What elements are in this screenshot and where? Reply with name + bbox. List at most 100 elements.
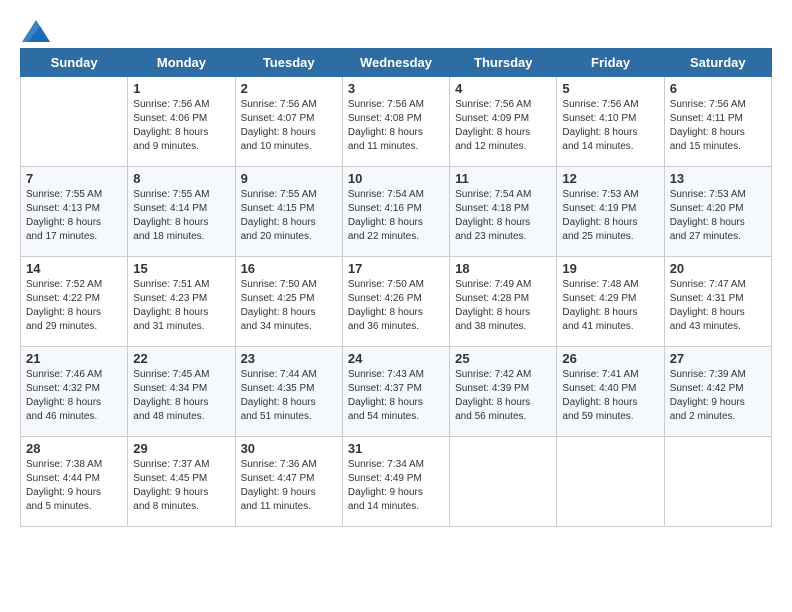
cell-content: Sunrise: 7:37 AM Sunset: 4:45 PM Dayligh… bbox=[133, 458, 229, 514]
day-header-wednesday: Wednesday bbox=[342, 49, 449, 77]
cell-content: Sunrise: 7:55 AM Sunset: 4:14 PM Dayligh… bbox=[133, 188, 229, 244]
calendar-cell: 21 Sunrise: 7:46 AM Sunset: 4:32 PM Dayli… bbox=[21, 347, 128, 437]
day-number: 23 bbox=[241, 351, 337, 366]
day-number: 21 bbox=[26, 351, 122, 366]
calendar-cell bbox=[450, 437, 557, 527]
calendar-cell: 5Sunrise: 7:56 AM Sunset: 4:10 PM Daylig… bbox=[557, 77, 664, 167]
day-number: 7 bbox=[26, 171, 122, 186]
day-header-saturday: Saturday bbox=[664, 49, 771, 77]
calendar-cell bbox=[21, 77, 128, 167]
cell-content: Sunrise: 7:34 AM Sunset: 4:49 PM Dayligh… bbox=[348, 458, 444, 514]
cell-content: Sunrise: 7:56 AM Sunset: 4:09 PM Dayligh… bbox=[455, 98, 551, 154]
day-number: 8 bbox=[133, 171, 229, 186]
cell-content: Sunrise: 7:47 AM Sunset: 4:31 PM Dayligh… bbox=[670, 278, 766, 334]
cell-content: Sunrise: 7:41 AM Sunset: 4:40 PM Dayligh… bbox=[562, 368, 658, 424]
day-number: 31 bbox=[348, 441, 444, 456]
cell-content: Sunrise: 7:56 AM Sunset: 4:06 PM Dayligh… bbox=[133, 98, 229, 154]
day-number: 19 bbox=[562, 261, 658, 276]
day-number: 17 bbox=[348, 261, 444, 276]
cell-content: Sunrise: 7:50 AM Sunset: 4:26 PM Dayligh… bbox=[348, 278, 444, 334]
day-number: 27 bbox=[670, 351, 766, 366]
cell-content: Sunrise: 7:56 AM Sunset: 4:08 PM Dayligh… bbox=[348, 98, 444, 154]
day-number: 28 bbox=[26, 441, 122, 456]
cell-content: Sunrise: 7:55 AM Sunset: 4:13 PM Dayligh… bbox=[26, 188, 122, 244]
day-number: 10 bbox=[348, 171, 444, 186]
day-header-friday: Friday bbox=[557, 49, 664, 77]
day-header-thursday: Thursday bbox=[450, 49, 557, 77]
day-number: 29 bbox=[133, 441, 229, 456]
calendar-cell: 2 Sunrise: 7:56 AM Sunset: 4:07 PM Daylig… bbox=[235, 77, 342, 167]
calendar-cell: 19Sunrise: 7:48 AM Sunset: 4:29 PM Dayli… bbox=[557, 257, 664, 347]
day-number: 1 bbox=[133, 81, 229, 96]
day-number: 16 bbox=[241, 261, 337, 276]
calendar-cell: 6 Sunrise: 7:56 AM Sunset: 4:11 PM Daylig… bbox=[664, 77, 771, 167]
calendar-cell: 27Sunrise: 7:39 AM Sunset: 4:42 PM Dayli… bbox=[664, 347, 771, 437]
cell-content: Sunrise: 7:52 AM Sunset: 4:22 PM Dayligh… bbox=[26, 278, 122, 334]
calendar-cell: 8 Sunrise: 7:55 AM Sunset: 4:14 PM Daylig… bbox=[128, 167, 235, 257]
cell-content: Sunrise: 7:51 AM Sunset: 4:23 PM Dayligh… bbox=[133, 278, 229, 334]
day-number: 14 bbox=[26, 261, 122, 276]
day-number: 9 bbox=[241, 171, 337, 186]
calendar-cell: 20 Sunrise: 7:47 AM Sunset: 4:31 PM Dayli… bbox=[664, 257, 771, 347]
day-number: 24 bbox=[348, 351, 444, 366]
week-row-5: 28 Sunrise: 7:38 AM Sunset: 4:44 PM Dayli… bbox=[21, 437, 772, 527]
calendar-table: SundayMondayTuesdayWednesdayThursdayFrid… bbox=[20, 48, 772, 527]
calendar-cell: 16 Sunrise: 7:50 AM Sunset: 4:25 PM Dayli… bbox=[235, 257, 342, 347]
week-row-3: 14 Sunrise: 7:52 AM Sunset: 4:22 PM Dayli… bbox=[21, 257, 772, 347]
calendar-cell: 30 Sunrise: 7:36 AM Sunset: 4:47 PM Dayli… bbox=[235, 437, 342, 527]
logo-icon bbox=[22, 20, 50, 42]
calendar-cell: 12 Sunrise: 7:53 AM Sunset: 4:19 PM Dayli… bbox=[557, 167, 664, 257]
logo bbox=[20, 20, 50, 38]
cell-content: Sunrise: 7:54 AM Sunset: 4:18 PM Dayligh… bbox=[455, 188, 551, 244]
day-number: 3 bbox=[348, 81, 444, 96]
cell-content: Sunrise: 7:53 AM Sunset: 4:19 PM Dayligh… bbox=[562, 188, 658, 244]
day-number: 4 bbox=[455, 81, 551, 96]
calendar-cell: 15 Sunrise: 7:51 AM Sunset: 4:23 PM Dayli… bbox=[128, 257, 235, 347]
day-number: 13 bbox=[670, 171, 766, 186]
calendar-cell: 25Sunrise: 7:42 AM Sunset: 4:39 PM Dayli… bbox=[450, 347, 557, 437]
header-row: SundayMondayTuesdayWednesdayThursdayFrid… bbox=[21, 49, 772, 77]
cell-content: Sunrise: 7:43 AM Sunset: 4:37 PM Dayligh… bbox=[348, 368, 444, 424]
day-number: 15 bbox=[133, 261, 229, 276]
calendar-cell: 18Sunrise: 7:49 AM Sunset: 4:28 PM Dayli… bbox=[450, 257, 557, 347]
cell-content: Sunrise: 7:56 AM Sunset: 4:07 PM Dayligh… bbox=[241, 98, 337, 154]
day-number: 2 bbox=[241, 81, 337, 96]
calendar-cell: 29 Sunrise: 7:37 AM Sunset: 4:45 PM Dayli… bbox=[128, 437, 235, 527]
page-header bbox=[20, 20, 772, 38]
week-row-1: 1 Sunrise: 7:56 AM Sunset: 4:06 PM Daylig… bbox=[21, 77, 772, 167]
calendar-cell bbox=[664, 437, 771, 527]
cell-content: Sunrise: 7:42 AM Sunset: 4:39 PM Dayligh… bbox=[455, 368, 551, 424]
day-header-monday: Monday bbox=[128, 49, 235, 77]
calendar-cell: 10 Sunrise: 7:54 AM Sunset: 4:16 PM Dayli… bbox=[342, 167, 449, 257]
calendar-cell: 17 Sunrise: 7:50 AM Sunset: 4:26 PM Dayli… bbox=[342, 257, 449, 347]
day-header-sunday: Sunday bbox=[21, 49, 128, 77]
cell-content: Sunrise: 7:36 AM Sunset: 4:47 PM Dayligh… bbox=[241, 458, 337, 514]
calendar-cell: 22Sunrise: 7:45 AM Sunset: 4:34 PM Dayli… bbox=[128, 347, 235, 437]
cell-content: Sunrise: 7:56 AM Sunset: 4:11 PM Dayligh… bbox=[670, 98, 766, 154]
day-number: 30 bbox=[241, 441, 337, 456]
cell-content: Sunrise: 7:38 AM Sunset: 4:44 PM Dayligh… bbox=[26, 458, 122, 514]
calendar-cell: 14 Sunrise: 7:52 AM Sunset: 4:22 PM Dayli… bbox=[21, 257, 128, 347]
calendar-cell: 26 Sunrise: 7:41 AM Sunset: 4:40 PM Dayli… bbox=[557, 347, 664, 437]
calendar-cell: 1 Sunrise: 7:56 AM Sunset: 4:06 PM Daylig… bbox=[128, 77, 235, 167]
calendar-cell: 9 Sunrise: 7:55 AM Sunset: 4:15 PM Daylig… bbox=[235, 167, 342, 257]
day-number: 22 bbox=[133, 351, 229, 366]
day-number: 26 bbox=[562, 351, 658, 366]
day-number: 12 bbox=[562, 171, 658, 186]
day-number: 5 bbox=[562, 81, 658, 96]
day-number: 11 bbox=[455, 171, 551, 186]
cell-content: Sunrise: 7:44 AM Sunset: 4:35 PM Dayligh… bbox=[241, 368, 337, 424]
cell-content: Sunrise: 7:49 AM Sunset: 4:28 PM Dayligh… bbox=[455, 278, 551, 334]
calendar-cell bbox=[557, 437, 664, 527]
calendar-cell: 7 Sunrise: 7:55 AM Sunset: 4:13 PM Daylig… bbox=[21, 167, 128, 257]
calendar-cell: 28 Sunrise: 7:38 AM Sunset: 4:44 PM Dayli… bbox=[21, 437, 128, 527]
cell-content: Sunrise: 7:55 AM Sunset: 4:15 PM Dayligh… bbox=[241, 188, 337, 244]
week-row-2: 7 Sunrise: 7:55 AM Sunset: 4:13 PM Daylig… bbox=[21, 167, 772, 257]
cell-content: Sunrise: 7:54 AM Sunset: 4:16 PM Dayligh… bbox=[348, 188, 444, 244]
calendar-cell: 24 Sunrise: 7:43 AM Sunset: 4:37 PM Dayli… bbox=[342, 347, 449, 437]
cell-content: Sunrise: 7:50 AM Sunset: 4:25 PM Dayligh… bbox=[241, 278, 337, 334]
day-number: 20 bbox=[670, 261, 766, 276]
day-number: 6 bbox=[670, 81, 766, 96]
calendar-cell: 13Sunrise: 7:53 AM Sunset: 4:20 PM Dayli… bbox=[664, 167, 771, 257]
cell-content: Sunrise: 7:46 AM Sunset: 4:32 PM Dayligh… bbox=[26, 368, 122, 424]
